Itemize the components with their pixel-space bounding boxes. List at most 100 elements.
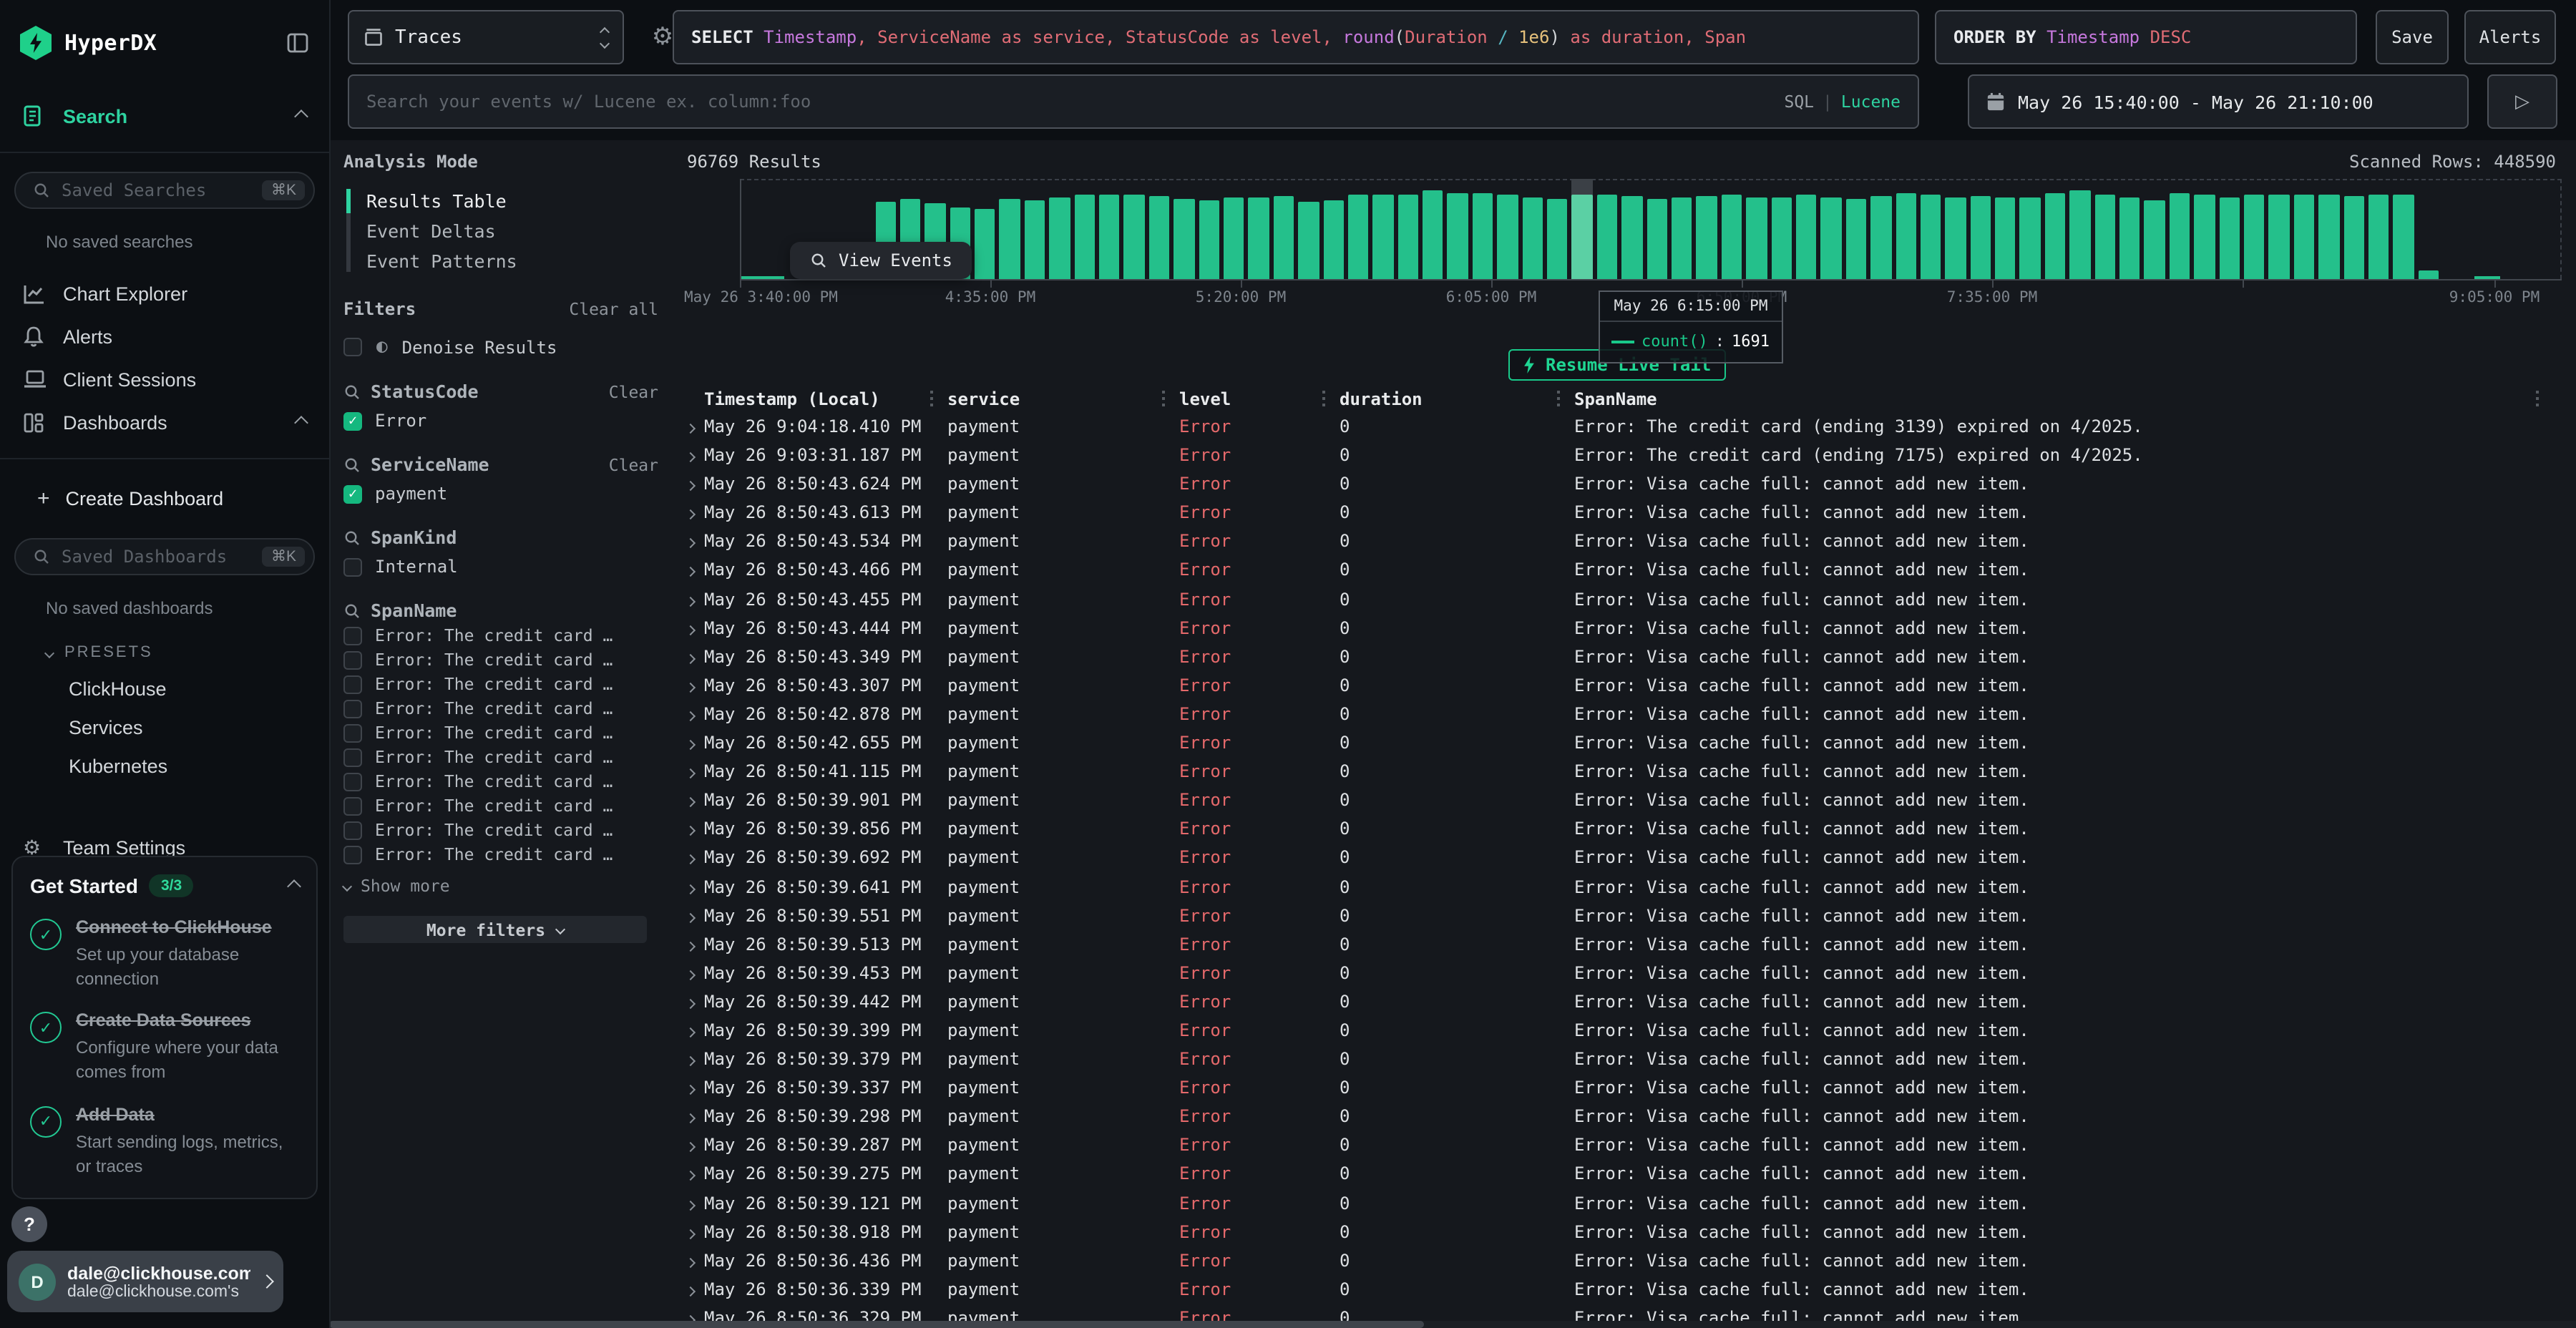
row-expand-icon[interactable] <box>686 481 696 491</box>
row-expand-icon[interactable] <box>686 912 696 922</box>
facet-value[interactable]: Internal <box>343 557 675 577</box>
sidebar-item-search[interactable]: Search <box>0 94 329 137</box>
more-filters-button[interactable]: More filters <box>343 916 647 943</box>
row-expand-icon[interactable] <box>686 1229 696 1239</box>
chart-bar[interactable] <box>2343 179 2364 279</box>
chart-bar[interactable] <box>1522 179 1543 279</box>
column-resize-handle[interactable] <box>2536 391 2539 409</box>
preset-kubernetes[interactable]: Kubernetes <box>0 738 329 777</box>
checkbox[interactable] <box>343 821 362 839</box>
column-resize-handle[interactable] <box>1162 391 1165 409</box>
table-row[interactable]: May 26 8:50:39.856 PMpaymentError0Error:… <box>675 816 2576 845</box>
chart-bar[interactable] <box>1672 179 1692 279</box>
chart-bar[interactable] <box>2045 179 2066 279</box>
chart-bar[interactable] <box>2269 179 2290 279</box>
table-row[interactable]: May 26 8:50:39.442 PMpaymentError0Error:… <box>675 989 2576 1017</box>
table-row[interactable]: May 26 8:50:43.349 PMpaymentError0Error:… <box>675 644 2576 673</box>
column-resize-handle[interactable] <box>1322 391 1325 409</box>
facet-value[interactable]: Error: The credit card … <box>343 771 675 791</box>
checkbox[interactable] <box>343 699 362 718</box>
checkbox[interactable] <box>343 845 362 864</box>
sidebar-collapse-icon[interactable] <box>286 31 309 54</box>
checkbox[interactable] <box>343 650 362 669</box>
col-level[interactable]: level <box>1179 389 1231 409</box>
create-dashboard-button[interactable]: + Create Dashboard <box>0 477 329 519</box>
chart-bar[interactable] <box>1771 179 1792 279</box>
order-by-editor[interactable]: ORDER BY Timestamp DESC <box>1935 10 2357 64</box>
chart-bar[interactable] <box>1049 179 1070 279</box>
time-range-picker[interactable]: May 26 15:40:00 - May 26 21:10:00 <box>1968 74 2469 129</box>
user-menu[interactable]: D dale@clickhouse.com dale@clickhouse.co… <box>7 1251 283 1312</box>
help-button[interactable]: ? <box>11 1206 47 1242</box>
row-expand-icon[interactable] <box>686 1257 696 1267</box>
row-expand-icon[interactable] <box>686 424 696 434</box>
checkbox[interactable] <box>343 626 362 645</box>
view-events-tooltip-button[interactable]: View Events <box>790 242 972 279</box>
chart-bar[interactable] <box>2119 179 2140 279</box>
facet-value[interactable]: Error: The credit card … <box>343 796 675 816</box>
table-row[interactable]: May 26 8:50:39.379 PMpaymentError0Error:… <box>675 1046 2576 1075</box>
chart-bar[interactable] <box>1697 179 1717 279</box>
chart-bar[interactable] <box>1099 179 1120 279</box>
table-row[interactable]: May 26 8:50:42.655 PMpaymentError0Error:… <box>675 730 2576 758</box>
chart-bar[interactable] <box>1970 179 1991 279</box>
chart-bar[interactable] <box>1124 179 1145 279</box>
checkbox[interactable] <box>343 772 362 791</box>
analysis-mode-event-patterns[interactable]: Event Patterns <box>358 246 675 276</box>
chart-bar[interactable] <box>1224 179 1244 279</box>
row-expand-icon[interactable] <box>686 1027 696 1038</box>
chart-bar[interactable] <box>1746 179 1767 279</box>
chart-bar[interactable] <box>1000 179 1020 279</box>
table-row[interactable]: May 26 8:50:43.444 PMpaymentError0Error:… <box>675 615 2576 643</box>
sql-select-editor[interactable]: SELECT Timestamp, ServiceName as service… <box>673 10 1919 64</box>
chart-bar[interactable] <box>1199 179 1219 279</box>
table-row[interactable]: May 26 8:50:38.918 PMpaymentError0Error:… <box>675 1219 2576 1247</box>
facet-value[interactable]: Error: The credit card … <box>343 820 675 840</box>
table-row[interactable]: May 26 8:50:43.624 PMpaymentError0Error:… <box>675 471 2576 499</box>
table-row[interactable]: May 26 8:50:43.613 PMpaymentError0Error:… <box>675 500 2576 529</box>
row-expand-icon[interactable] <box>686 567 696 577</box>
table-row[interactable]: May 26 8:50:39.901 PMpaymentError0Error:… <box>675 787 2576 816</box>
chart-bar[interactable] <box>1796 179 1817 279</box>
table-row[interactable]: May 26 8:50:39.275 PMpaymentError0Error:… <box>675 1161 2576 1190</box>
table-row[interactable]: May 26 8:50:39.337 PMpaymentError0Error:… <box>675 1075 2576 1103</box>
row-expand-icon[interactable] <box>686 970 696 980</box>
sidebar-item-client-sessions[interactable]: Client Sessions <box>0 358 329 401</box>
chart-bar[interactable] <box>1498 179 1518 279</box>
chart-bar[interactable] <box>1572 179 1593 279</box>
table-row[interactable]: May 26 8:50:41.115 PMpaymentError0Error:… <box>675 758 2576 787</box>
sidebar-item-chart-explorer[interactable]: Chart Explorer <box>0 272 329 315</box>
checkbox[interactable] <box>343 748 362 766</box>
scrollbar-thumb[interactable] <box>329 1321 1424 1328</box>
chart-bar[interactable] <box>1174 179 1194 279</box>
row-expand-icon[interactable] <box>686 855 696 865</box>
checkbox[interactable] <box>343 796 362 815</box>
table-row[interactable]: May 26 8:50:43.534 PMpaymentError0Error:… <box>675 529 2576 557</box>
table-row[interactable]: May 26 8:50:42.878 PMpaymentError0Error:… <box>675 701 2576 730</box>
table-row[interactable]: May 26 8:50:39.287 PMpaymentError0Error:… <box>675 1133 2576 1161</box>
table-row[interactable]: May 26 8:50:36.436 PMpaymentError0Error:… <box>675 1247 2576 1276</box>
table-row[interactable]: May 26 8:50:43.455 PMpaymentError0Error:… <box>675 586 2576 615</box>
chart-bar[interactable] <box>2294 179 2315 279</box>
row-expand-icon[interactable] <box>686 683 696 693</box>
get-started-item[interactable]: ✓Create Data SourcesConfigure where your… <box>30 1010 299 1085</box>
chart-bar[interactable] <box>2418 179 2439 279</box>
chart-bar[interactable] <box>1149 179 1170 279</box>
get-started-item[interactable]: ✓Connect to ClickHouseSet up your databa… <box>30 916 299 991</box>
sql-toggle[interactable]: SQL <box>1784 92 1814 112</box>
saved-searches-input[interactable]: Saved Searches ⌘K <box>14 172 315 209</box>
denoise-results-checkbox-row[interactable]: ◐ Denoise Results <box>343 336 675 358</box>
facet-value[interactable]: ✓payment <box>343 484 675 504</box>
chart-bar[interactable] <box>1473 179 1493 279</box>
chart-bar[interactable] <box>975 179 995 279</box>
chevron-up-icon[interactable] <box>287 879 301 893</box>
lucene-toggle[interactable]: Lucene <box>1841 92 1901 112</box>
col-service[interactable]: service <box>947 389 1020 409</box>
chart-bar[interactable] <box>1896 179 1916 279</box>
facet-value[interactable]: Error: The credit card … <box>343 747 675 767</box>
table-row[interactable]: May 26 8:50:39.121 PMpaymentError0Error:… <box>675 1190 2576 1219</box>
source-select[interactable]: Traces <box>348 10 624 64</box>
row-expand-icon[interactable] <box>686 1113 696 1123</box>
chart-bar[interactable] <box>1074 179 1095 279</box>
table-row[interactable]: May 26 8:50:39.399 PMpaymentError0Error:… <box>675 1017 2576 1046</box>
